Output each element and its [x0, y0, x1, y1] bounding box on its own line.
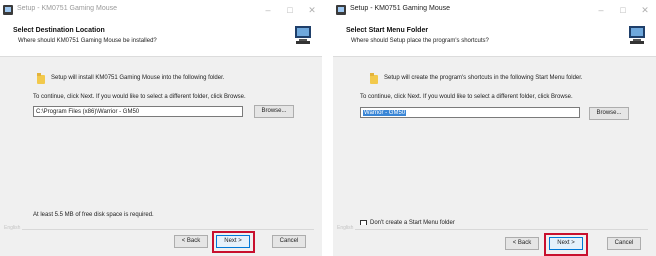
shortcut-info: Setup will create the program's shortcut…: [384, 75, 583, 81]
page-title: Select Destination Location: [13, 27, 105, 34]
browse-button[interactable]: Browse...: [589, 107, 629, 120]
page-title: Select Start Menu Folder: [346, 27, 429, 34]
language-label: English: [4, 225, 21, 231]
continue-hint: To continue, click Next. If you would li…: [33, 94, 246, 100]
folder-icon: [370, 73, 378, 84]
close-icon[interactable]: ✕: [639, 4, 651, 16]
wizard-header: Select Start Menu Folder Where should Se…: [333, 20, 656, 57]
language-label: English: [337, 225, 354, 231]
maximize-icon[interactable]: □: [284, 4, 296, 16]
wizard-body: Setup will create the program's shortcut…: [333, 57, 656, 227]
back-button[interactable]: < Back: [174, 235, 208, 248]
page-subtitle: Where should Setup place the program's s…: [351, 38, 489, 44]
destination-path-input[interactable]: C:\Program Files (x86)\Warrior - GM50: [33, 106, 243, 117]
folder-icon: [37, 73, 45, 84]
next-button-highlight: [212, 231, 255, 253]
minimize-icon[interactable]: –: [262, 4, 274, 16]
wizard-footer: English < Back Next > Cancel: [0, 225, 322, 256]
page-subtitle: Where should KM0751 Gaming Mouse be inst…: [18, 38, 157, 44]
setup-app-icon: [3, 5, 13, 15]
computer-icon: [295, 26, 311, 44]
computer-icon: [629, 26, 645, 44]
selected-folder-text: Warrior - GM50: [363, 110, 407, 116]
close-icon[interactable]: ✕: [306, 4, 318, 16]
window-title: Setup - KM0751 Gaming Mouse: [17, 5, 117, 12]
next-button-highlight: [544, 233, 588, 256]
continue-hint: To continue, click Next. If you would li…: [360, 94, 573, 100]
disk-space-requirement: At least 5.5 MB of free disk space is re…: [33, 212, 154, 218]
cancel-button[interactable]: Cancel: [272, 235, 306, 248]
footer-divider: [22, 229, 314, 230]
footer-divider: [355, 229, 648, 230]
window-title: Setup - KM0751 Gaming Mouse: [350, 5, 450, 12]
maximize-icon[interactable]: □: [617, 4, 629, 16]
wizard-body: Setup will install KM0751 Gaming Mouse i…: [0, 57, 322, 225]
cancel-button[interactable]: Cancel: [607, 237, 641, 250]
setup-window-destination: Setup - KM0751 Gaming Mouse – □ ✕ Select…: [0, 0, 322, 256]
minimize-icon[interactable]: –: [595, 4, 607, 16]
browse-button[interactable]: Browse...: [254, 105, 294, 118]
title-bar: Setup - KM0751 Gaming Mouse – □ ✕: [333, 0, 656, 20]
start-menu-folder-input[interactable]: Warrior - GM50: [360, 107, 580, 118]
title-bar: Setup - KM0751 Gaming Mouse – □ ✕: [0, 0, 322, 20]
install-info: Setup will install KM0751 Gaming Mouse i…: [51, 75, 225, 81]
wizard-footer: English < Back Next > Cancel: [333, 225, 656, 256]
setup-app-icon: [336, 5, 346, 15]
back-button[interactable]: < Back: [505, 237, 539, 250]
setup-window-start-menu: Setup - KM0751 Gaming Mouse – □ ✕ Select…: [333, 0, 656, 256]
wizard-header: Select Destination Location Where should…: [0, 20, 322, 57]
